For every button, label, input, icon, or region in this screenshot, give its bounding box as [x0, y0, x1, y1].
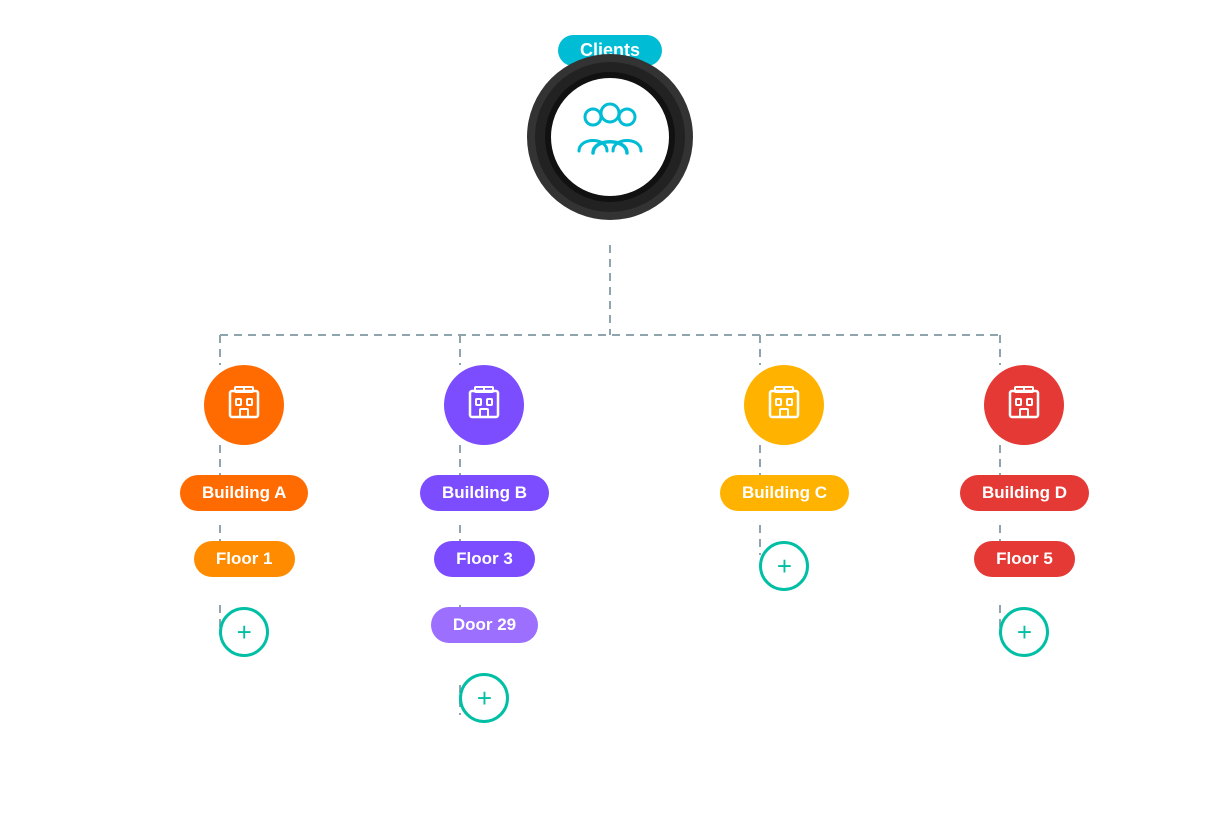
building-d-add-button[interactable]: +: [999, 607, 1049, 657]
building-a-icon: [222, 381, 266, 430]
building-d-icon: [1002, 381, 1046, 430]
building-a-add-button[interactable]: +: [219, 607, 269, 657]
building-a-label[interactable]: Building A: [180, 475, 308, 511]
root-node: Clients: [545, 35, 675, 202]
building-c-icon-circle: [744, 365, 824, 445]
root-circle: [545, 72, 675, 202]
building-b-icon: [462, 381, 506, 430]
building-c-add-button[interactable]: +: [759, 541, 809, 591]
building-b-icon-circle: [444, 365, 524, 445]
floor-3-label[interactable]: Floor 3: [434, 541, 535, 577]
building-d-icon-circle: [984, 365, 1064, 445]
hierarchy-diagram: Clients: [60, 25, 1160, 805]
floor-1-label[interactable]: Floor 1: [194, 541, 295, 577]
root-label: Clients: [558, 35, 662, 66]
building-c-label[interactable]: Building C: [720, 475, 849, 511]
building-a-icon-circle: [204, 365, 284, 445]
clients-icon: [575, 101, 645, 174]
building-d-column: Building D Floor 5 +: [960, 365, 1089, 657]
building-b-label[interactable]: Building B: [420, 475, 549, 511]
building-b-add-button[interactable]: +: [459, 673, 509, 723]
building-c-icon: [762, 381, 806, 430]
floor-5-label[interactable]: Floor 5: [974, 541, 1075, 577]
building-b-column: Building B Floor 3 Door 29 +: [420, 365, 549, 723]
building-a-column: Building A Floor 1 +: [180, 365, 308, 657]
building-c-column: Building C +: [720, 365, 849, 591]
door-29-label[interactable]: Door 29: [431, 607, 538, 643]
building-d-label[interactable]: Building D: [960, 475, 1089, 511]
